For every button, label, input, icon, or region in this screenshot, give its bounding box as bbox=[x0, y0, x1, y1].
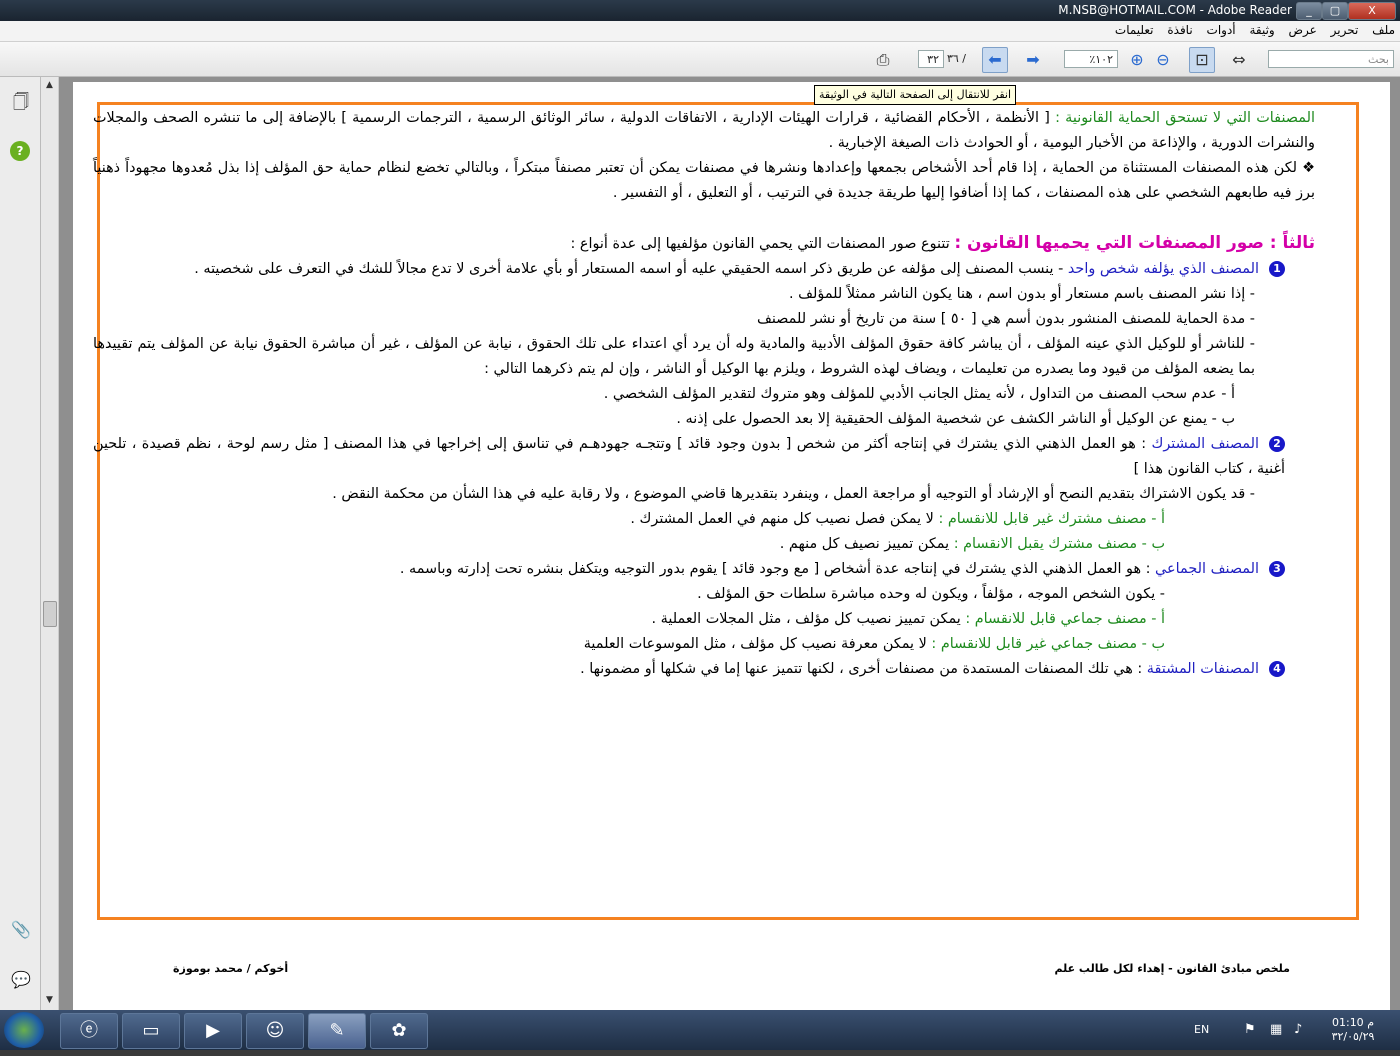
item-1-bullet-2: - مدة الحماية للمصنف المنشور بدون أسم هي… bbox=[756, 311, 1255, 327]
section-three: ثالثاً : صور المصنفات التي يحميها القانو… bbox=[93, 231, 1315, 257]
fit-width-icon[interactable]: ⇔ bbox=[1226, 47, 1252, 73]
item-2-sub-a-label: أ - مصنف مشترك غير قابل للانقسام : bbox=[938, 511, 1165, 527]
vertical-scrollbar[interactable]: ▲ ▼ bbox=[41, 77, 59, 1010]
internet-explorer-icon[interactable]: ⓔ bbox=[60, 1013, 118, 1049]
footer-right: ملخص مبادئ القانون - إهداء لكل طالب علم bbox=[1054, 962, 1290, 975]
scroll-up-icon[interactable]: ▲ bbox=[41, 77, 58, 93]
minimize-button[interactable]: _ bbox=[1296, 2, 1322, 20]
item-4-label: المصنفات المشتقة bbox=[1146, 661, 1259, 677]
item-1-bullet-3a: أ - عدم سحب المصنف من التداول ، لأنه يمث… bbox=[603, 386, 1235, 402]
item-3-sub-b: ب - مصنف جماعي غير قابل للانقسام : لا يم… bbox=[93, 632, 1315, 657]
page-number-input[interactable]: ٣٢ bbox=[918, 50, 944, 68]
item-1-bullet-3b: ب - يمنع عن الوكيل أو الناشر الكشف عن شخ… bbox=[676, 411, 1235, 427]
menu-window[interactable]: نافذة bbox=[1162, 21, 1197, 39]
folder-icon[interactable]: ▭ bbox=[122, 1013, 180, 1049]
number-three-badge: 3 bbox=[1269, 561, 1285, 577]
item-3-bullet-1: - يكون الشخص الموجه ، مؤلفاً ، ويكون له … bbox=[697, 586, 1165, 602]
scroll-down-icon[interactable]: ▼ bbox=[41, 992, 58, 1008]
media-player-icon[interactable]: ▶ bbox=[184, 1013, 242, 1049]
item-2-sub-a-text: لا يمكن فصل نصيب كل منهم في العمل المشتر… bbox=[630, 511, 939, 527]
item-3-sub-b-text: لا يمكن معرفة نصيب كل مؤلف ، مثل الموسوع… bbox=[583, 636, 932, 652]
previous-page-icon[interactable]: ⬅ bbox=[982, 47, 1008, 73]
next-page-icon[interactable]: ➡ bbox=[1020, 47, 1046, 73]
item-2-bullet-1: - قد يكون الاشتراك بتقديم النصح أو الإرش… bbox=[332, 486, 1255, 502]
adobe-reader-icon[interactable]: ✎ bbox=[308, 1013, 366, 1049]
exclusions-heading: المصنفات التي لا تستحق الحماية القانونية… bbox=[1055, 110, 1315, 126]
zoom-out-icon[interactable]: ⊖ bbox=[1150, 47, 1176, 73]
users-icon[interactable]: ☺ bbox=[246, 1013, 304, 1049]
menu-view[interactable]: عرض bbox=[1284, 21, 1322, 39]
menu-tools[interactable]: أدوات bbox=[1202, 21, 1241, 39]
title-bar: M.NSB@HOTMAIL.COM - Adobe Reader _ ▢ X bbox=[0, 0, 1400, 21]
maximize-button[interactable]: ▢ bbox=[1322, 2, 1348, 20]
pages-icon[interactable]: 🗍 bbox=[10, 91, 32, 113]
item-3-text: : هو العمل الذهني الذي يشترك في إنتاجه ع… bbox=[399, 561, 1156, 577]
item-3-sub-a: أ - مصنف جماعي قابل للانقسام : يمكن تميي… bbox=[93, 607, 1315, 632]
menu-edit[interactable]: تحرير bbox=[1326, 21, 1364, 39]
item-2-text: : هو العمل الذهني الذي يشترك في إنتاجه أ… bbox=[93, 436, 1285, 477]
language-indicator[interactable]: EN bbox=[1194, 1010, 1209, 1050]
network-icon[interactable]: ⚑ bbox=[1244, 1010, 1256, 1050]
paragraph-exclusions: المصنفات التي لا تستحق الحماية القانونية… bbox=[93, 106, 1315, 156]
item-4: 4 المصنفات المشتقة : هي تلك المصنفات المس… bbox=[93, 657, 1315, 682]
menu-file[interactable]: ملف bbox=[1367, 21, 1400, 39]
zoom-in-icon[interactable]: ⊕ bbox=[1124, 47, 1150, 73]
volume-icon[interactable]: ♪ bbox=[1294, 1010, 1302, 1050]
paint-icon[interactable]: ✿ bbox=[370, 1013, 428, 1049]
paragraph-exception: ❖ لكن هذه المصنفات المستثناة من الحماية … bbox=[93, 160, 1315, 201]
navigation-panel: 🗍 ? 📎 💬 bbox=[0, 77, 41, 1010]
window-title: M.NSB@HOTMAIL.COM - Adobe Reader bbox=[1058, 3, 1292, 17]
item-3-label: المصنف الجماعي bbox=[1155, 561, 1259, 577]
footer-left: أخوكم / محمد بوموزة bbox=[173, 962, 289, 975]
comments-icon[interactable]: 💬 bbox=[10, 969, 32, 991]
menu-help[interactable]: تعليمات bbox=[1110, 21, 1159, 39]
item-2-sub-b-label: ب - مصنف مشترك يقبل الانقسام : bbox=[953, 536, 1165, 552]
clock[interactable]: 01:10 م ٣٢/٠٥/٢٩ bbox=[1326, 1016, 1380, 1056]
attachment-icon[interactable]: 📎 bbox=[10, 919, 32, 941]
next-page-tooltip: انقر للانتقال إلى الصفحة التالية في الوث… bbox=[814, 85, 1017, 105]
action-center-icon[interactable]: ▦ bbox=[1270, 1010, 1282, 1050]
menu-bar: ملف تحرير عرض وثيقة أدوات نافذة تعليمات bbox=[0, 21, 1400, 42]
section-three-heading: ثالثاً : صور المصنفات التي يحميها القانو… bbox=[954, 233, 1315, 253]
clock-time: 01:10 م bbox=[1331, 1016, 1374, 1029]
windows-start-icon[interactable] bbox=[4, 1012, 44, 1048]
item-1-bullet-1: - إذا نشر المصنف باسم مستعار أو بدون اسم… bbox=[788, 286, 1255, 302]
menu-document[interactable]: وثيقة bbox=[1244, 21, 1279, 39]
help-icon[interactable]: ? bbox=[10, 141, 30, 161]
section-three-intro: تتنوع صور المصنفات التي يحمي القانون مؤل… bbox=[570, 236, 955, 252]
item-3-sub-a-text: يمكن تمييز نصيب كل مؤلف ، مثل المجلات ال… bbox=[651, 611, 966, 627]
page-content: المصنفات التي لا تستحق الحماية القانونية… bbox=[93, 106, 1315, 682]
toolbar: بحث ⇔ ⊡ ⊖ ⊕ ١٠٢٪ ➡ ⬅ / ٣٦ ٣٢ ⎙ bbox=[0, 42, 1400, 77]
item-2-sub-a: أ - مصنف مشترك غير قابل للانقسام : لا يم… bbox=[93, 507, 1315, 532]
clock-date: ٣٢/٠٥/٢٩ bbox=[1331, 1030, 1375, 1043]
scroll-thumb[interactable] bbox=[43, 601, 57, 627]
item-1-label: المصنف الذي يؤلفه شخص واحد bbox=[1067, 261, 1259, 277]
item-2-sub-b: ب - مصنف مشترك يقبل الانقسام : يمكن تميي… bbox=[93, 532, 1315, 557]
item-1: 1 المصنف الذي يؤلفه شخص واحد - ينسب المصن… bbox=[93, 257, 1315, 282]
item-1-bullet-3: - للناشر أو للوكيل الذي عينه المؤلف ، أن… bbox=[93, 336, 1255, 377]
number-two-badge: 2 bbox=[1269, 436, 1285, 452]
zoom-field[interactable]: ١٠٢٪ bbox=[1064, 50, 1118, 68]
item-2: 2 المصنف المشترك : هو العمل الذهني الذي ي… bbox=[93, 432, 1315, 482]
fit-page-icon[interactable]: ⊡ bbox=[1189, 47, 1215, 73]
number-four-badge: 4 bbox=[1269, 661, 1285, 677]
item-3-sub-a-label: أ - مصنف جماعي قابل للانقسام : bbox=[965, 611, 1165, 627]
print-icon[interactable]: ⎙ bbox=[870, 47, 896, 73]
taskbar: ⓔ ▭ ▶ ☺ ✎ ✿ EN ⚑ ▦ ♪ 01:10 م ٣٢/٠٥/٢٩ bbox=[0, 1010, 1400, 1050]
item-3: 3 المصنف الجماعي : هو العمل الذهني الذي ي… bbox=[93, 557, 1315, 582]
search-input[interactable]: بحث bbox=[1268, 50, 1394, 68]
item-1-text: - ينسب المصنف إلى مؤلفه عن طريق ذكر اسمه… bbox=[194, 261, 1068, 277]
number-one-badge: 1 bbox=[1269, 261, 1285, 277]
item-2-sub-b-text: يمكن تمييز نصيف كل منهم . bbox=[779, 536, 954, 552]
document-page: المصنفات التي لا تستحق الحماية القانونية… bbox=[73, 82, 1390, 1010]
item-3-sub-b-label: ب - مصنف جماعي غير قابل للانقسام : bbox=[931, 636, 1165, 652]
close-button[interactable]: X bbox=[1348, 2, 1396, 20]
item-2-label: المصنف المشترك bbox=[1151, 436, 1260, 452]
item-4-text: : هي تلك المصنفات المستمدة من مصنفات أخر… bbox=[580, 661, 1147, 677]
